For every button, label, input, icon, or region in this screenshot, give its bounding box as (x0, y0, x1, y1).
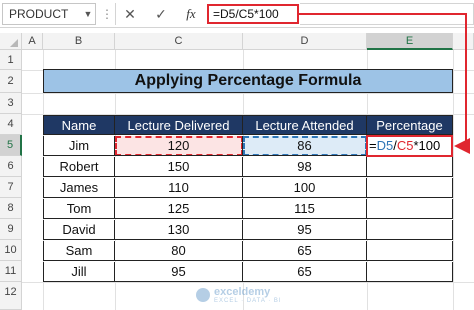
cell-percentage[interactable] (367, 199, 453, 219)
cell-delivered[interactable]: 110 (115, 178, 243, 198)
cell-attended[interactable]: 98 (243, 157, 367, 177)
cell-percentage[interactable] (367, 241, 453, 261)
cell-name[interactable]: Sam (43, 241, 115, 261)
row-header-3[interactable]: 3 (0, 93, 22, 114)
cell-name[interactable]: Tom (43, 199, 115, 219)
header-lecture-attended[interactable]: Lecture Attended (243, 115, 367, 135)
formula-equals: = (369, 138, 377, 153)
row-header-4[interactable]: 4 (0, 114, 22, 135)
enter-icon[interactable]: ✓ (150, 4, 172, 24)
active-cell-e5[interactable]: =D5/C5*100 (366, 135, 453, 157)
cell-delivered[interactable]: 80 (115, 241, 243, 261)
gridline (453, 50, 454, 310)
cell-name[interactable]: David (43, 220, 115, 240)
watermark-tagline: EXCEL · DATA · BI (214, 298, 282, 304)
column-header-d[interactable]: D (243, 33, 367, 50)
exceldemy-logo-icon (196, 288, 210, 302)
row-header-8[interactable]: 8 (0, 198, 22, 219)
cell-name[interactable]: Jill (43, 262, 115, 282)
cell-percentage[interactable] (367, 220, 453, 240)
cell-attended[interactable]: 65 (243, 241, 367, 261)
row-header-11[interactable]: 11 (0, 261, 22, 282)
cell-percentage[interactable] (367, 178, 453, 198)
formula-bar-divider (115, 3, 116, 25)
cell-name[interactable]: James (43, 178, 115, 198)
row-header-2[interactable]: 2 (0, 70, 22, 93)
cell-delivered[interactable]: 130 (115, 220, 243, 240)
cell-delivered[interactable]: 95 (115, 262, 243, 282)
header-lecture-delivered[interactable]: Lecture Delivered (115, 115, 243, 135)
row-header-1[interactable]: 1 (0, 50, 22, 70)
formula-input-area[interactable] (300, 3, 474, 25)
gridline (22, 93, 474, 94)
column-header-e[interactable]: E (367, 33, 453, 50)
watermark: exceldemy EXCEL · DATA · BI (196, 286, 306, 306)
chevron-down-icon[interactable]: ▼ (80, 3, 96, 25)
row-header-5[interactable]: 5 (0, 135, 22, 156)
gridline (22, 282, 474, 283)
formula-rest: *100 (413, 138, 441, 153)
cell-attended[interactable]: 115 (243, 199, 367, 219)
formula-ref-d5: D5 (376, 138, 394, 153)
cell-attended[interactable]: 100 (243, 178, 367, 198)
column-header-b[interactable]: B (43, 33, 115, 50)
column-header-f[interactable] (453, 33, 474, 50)
cell-delivered[interactable]: 125 (115, 199, 243, 219)
select-all-icon (10, 39, 18, 47)
watermark-name: exceldemy (214, 286, 271, 298)
formula-input[interactable]: =D5/C5*100 (207, 4, 299, 24)
sheet-title[interactable]: Applying Percentage Formula (43, 69, 453, 93)
header-percentage[interactable]: Percentage (367, 115, 453, 135)
cell-attended[interactable]: 95 (243, 220, 367, 240)
column-header-c[interactable]: C (115, 33, 243, 50)
header-name[interactable]: Name (43, 115, 115, 135)
row-header-7[interactable]: 7 (0, 177, 22, 198)
row-header-9[interactable]: 9 (0, 219, 22, 240)
row-header-10[interactable]: 10 (0, 240, 22, 261)
cell-delivered[interactable]: 150 (115, 157, 243, 177)
column-header-a[interactable]: A (22, 33, 43, 50)
cell-name[interactable]: Jim (43, 136, 115, 156)
cell-percentage[interactable] (367, 157, 453, 177)
row-header-6[interactable]: 6 (0, 156, 22, 177)
cell-percentage[interactable] (367, 262, 453, 282)
insert-function-icon[interactable]: fx (180, 4, 202, 24)
cell-name[interactable]: Robert (43, 157, 115, 177)
formula-ref-c5: C5 (396, 138, 414, 153)
cell-attended[interactable]: 65 (243, 262, 367, 282)
more-options-icon: ⋮ (101, 7, 113, 21)
cell-delivered[interactable]: 120 (115, 136, 243, 156)
cell-attended[interactable]: 86 (243, 136, 367, 156)
row-header-12[interactable]: 12 (0, 282, 22, 310)
cancel-icon[interactable]: ✕ (119, 4, 141, 24)
